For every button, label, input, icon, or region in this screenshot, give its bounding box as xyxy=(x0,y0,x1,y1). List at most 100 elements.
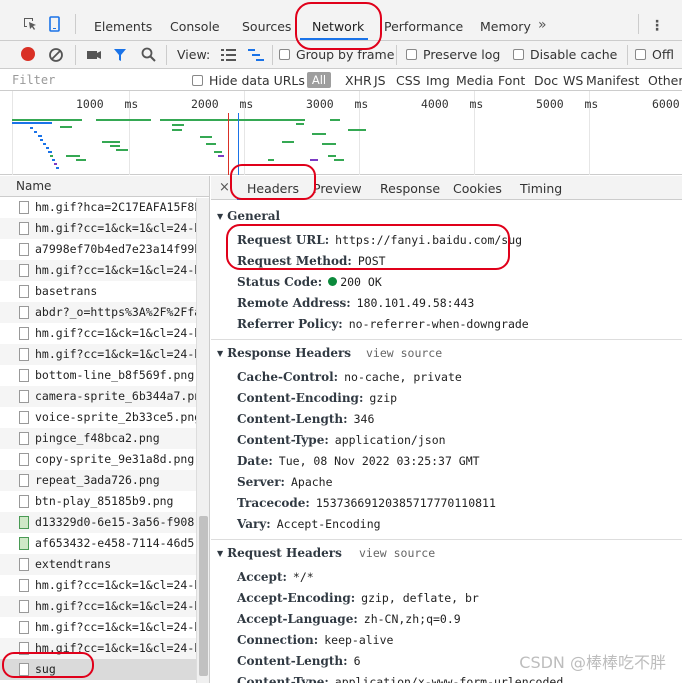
request-row[interactable]: extendtrans xyxy=(0,554,196,575)
checkbox-box[interactable] xyxy=(635,49,646,60)
filter-input[interactable] xyxy=(12,72,172,88)
timeline-bar xyxy=(43,143,46,145)
record-button[interactable] xyxy=(21,47,35,61)
request-name: repeat_3ada726.png xyxy=(35,473,160,487)
tab-sources[interactable]: Sources xyxy=(242,19,291,34)
request-rows: hm.gif?hca=2C17EAFA15F8E hm.gif?cc=1&ck=1… xyxy=(0,197,209,680)
request-name: abdr?_o=https%3A%2F%2Ffa xyxy=(35,305,196,319)
screenshot-camera-icon[interactable] xyxy=(86,48,102,62)
tab-timing[interactable]: Timing xyxy=(520,181,562,196)
toolbar-separator xyxy=(75,45,76,65)
request-row[interactable]: hm.gif?hca=2C17EAFA15F8E xyxy=(0,197,196,218)
large-rows-icon[interactable] xyxy=(221,49,236,61)
name-column-header[interactable]: Name xyxy=(0,176,209,197)
general-section-toggle[interactable]: ▼ General xyxy=(217,209,280,223)
inspect-element-icon[interactable] xyxy=(22,16,38,32)
request-name: basetrans xyxy=(35,284,98,298)
document-file-icon xyxy=(19,453,29,466)
network-overview-timeline[interactable]: 1000 ms 2000 ms 3000 ms 4000 ms 5000 ms … xyxy=(0,91,682,175)
timeline-tick-line xyxy=(12,91,13,175)
request-row[interactable]: hm.gif?cc=1&ck=1&cl=24-b xyxy=(0,344,196,365)
request-row[interactable]: hm.gif?cc=1&ck=1&cl=24-b xyxy=(0,638,196,659)
filter-type-doc[interactable]: Doc xyxy=(534,73,558,88)
filter-type-other[interactable]: Other xyxy=(648,73,682,88)
close-details-icon[interactable]: × xyxy=(219,180,230,195)
offline-checkbox[interactable]: Offl xyxy=(635,47,674,62)
customize-menu-icon[interactable]: ⋮ xyxy=(650,18,664,34)
request-row[interactable]: hm.gif?cc=1&ck=1&cl=24-b xyxy=(0,575,196,596)
hide-data-urls-checkbox[interactable]: Hide data URLs xyxy=(192,73,305,88)
waterfall-icon[interactable] xyxy=(248,49,264,61)
request-view-source-link[interactable]: view source xyxy=(359,546,435,560)
filter-type-css[interactable]: CSS xyxy=(396,73,421,88)
request-row[interactable]: af653432-e458-7114-46d5- xyxy=(0,533,196,554)
request-row[interactable]: sug xyxy=(0,659,196,680)
filter-type-js[interactable]: JS xyxy=(374,73,386,88)
filter-type-font[interactable]: Font xyxy=(498,73,525,88)
offline-label: Offl xyxy=(652,47,674,62)
request-row[interactable]: hm.gif?cc=1&ck=1&cl=24-b xyxy=(0,323,196,344)
filter-type-img[interactable]: Img xyxy=(426,73,450,88)
tab-preview[interactable]: Preview xyxy=(313,181,362,196)
tab-console[interactable]: Console xyxy=(170,19,220,34)
checkbox-box[interactable] xyxy=(513,49,524,60)
device-toolbar-icon[interactable] xyxy=(47,16,63,32)
request-row[interactable]: btn-play_85185b9.png xyxy=(0,491,196,512)
request-row[interactable]: d13329d0-6e15-3a56-f908- xyxy=(0,512,196,533)
more-tabs-icon[interactable]: » xyxy=(538,17,547,33)
request-row[interactable]: abdr?_o=https%3A%2F%2Ffa xyxy=(0,302,196,323)
timeline-tick-label: 4000 ms xyxy=(421,97,484,111)
request-row[interactable]: basetrans xyxy=(0,281,196,302)
request-row[interactable]: hm.gif?cc=1&ck=1&cl=24-b xyxy=(0,218,196,239)
network-toolbar: View: Group by frame Preserve log Disabl… xyxy=(0,41,682,69)
filter-type-xhr[interactable]: XHR xyxy=(345,73,372,88)
document-file-icon xyxy=(19,579,29,592)
tab-performance[interactable]: Performance xyxy=(384,19,463,34)
request-row[interactable]: copy-sprite_9e31a8d.png xyxy=(0,449,196,470)
filter-type-all[interactable]: All xyxy=(307,72,331,88)
tab-elements[interactable]: Elements xyxy=(94,19,152,34)
timeline-bar xyxy=(282,141,294,143)
timeline-bar xyxy=(116,149,128,151)
tab-headers[interactable]: Headers xyxy=(247,181,299,196)
checkbox-box[interactable] xyxy=(406,49,417,60)
scrollbar-thumb[interactable] xyxy=(199,516,208,676)
timeline-bar xyxy=(330,119,340,121)
filter-icon[interactable] xyxy=(113,48,127,62)
request-headers-section-toggle[interactable]: ▼ Request Headers xyxy=(217,546,342,560)
tab-response[interactable]: Response xyxy=(380,181,440,196)
tab-cookies[interactable]: Cookies xyxy=(453,181,502,196)
request-row[interactable]: hm.gif?cc=1&ck=1&cl=24-b xyxy=(0,260,196,281)
request-row[interactable]: camera-sprite_6b344a7.png xyxy=(0,386,196,407)
tab-memory[interactable]: Memory xyxy=(480,19,531,34)
checkbox-box[interactable] xyxy=(192,75,203,86)
tab-network[interactable]: Network xyxy=(312,19,364,34)
request-row[interactable]: repeat_3ada726.png xyxy=(0,470,196,491)
request-row[interactable]: a7998ef70b4ed7e23a14f99b xyxy=(0,239,196,260)
group-by-frame-checkbox[interactable]: Group by frame xyxy=(279,47,394,62)
request-row[interactable]: hm.gif?cc=1&ck=1&cl=24-b xyxy=(0,617,196,638)
header-value: no-referrer-when-downgrade xyxy=(348,317,529,331)
filter-type-manifest[interactable]: Manifest xyxy=(586,73,639,88)
response-headers-section-toggle[interactable]: ▼ Response Headers xyxy=(217,346,351,360)
document-file-icon xyxy=(19,495,29,508)
timeline-bar xyxy=(334,159,344,161)
request-row[interactable]: bottom-line_b8f569f.png xyxy=(0,365,196,386)
disable-cache-checkbox[interactable]: Disable cache xyxy=(513,47,617,62)
request-row[interactable]: pingce_f48bca2.png xyxy=(0,428,196,449)
preserve-log-checkbox[interactable]: Preserve log xyxy=(406,47,500,62)
timeline-bar xyxy=(60,126,72,128)
request-list-scrollbar[interactable] xyxy=(196,198,209,683)
request-row[interactable]: hm.gif?cc=1&ck=1&cl=24-b xyxy=(0,596,196,617)
clear-icon[interactable] xyxy=(48,47,64,63)
timeline-load-marker xyxy=(228,113,229,175)
document-file-icon xyxy=(19,558,29,571)
checkbox-box[interactable] xyxy=(279,49,290,60)
filter-type-media[interactable]: Media xyxy=(456,73,494,88)
filter-type-ws[interactable]: WS xyxy=(563,73,583,88)
response-view-source-link[interactable]: view source xyxy=(366,346,442,360)
search-icon[interactable] xyxy=(141,47,156,62)
request-row[interactable]: voice-sprite_2b33ce5.png xyxy=(0,407,196,428)
document-file-icon xyxy=(19,222,29,235)
timeline-bar xyxy=(310,159,318,161)
